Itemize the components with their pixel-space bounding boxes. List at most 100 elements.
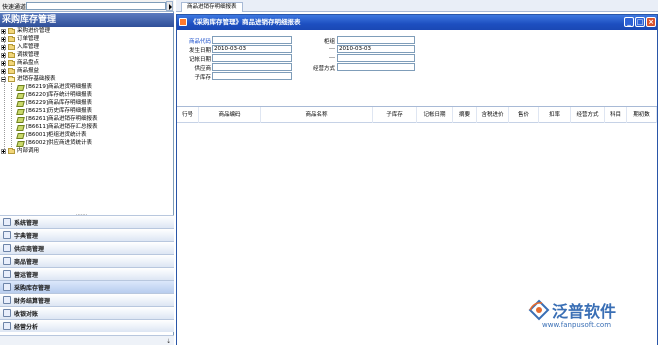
open-folder-icon: [8, 76, 15, 82]
column-header[interactable]: 含税进价: [477, 107, 509, 123]
nav-item-operation[interactable]: 营运管理: [0, 267, 174, 280]
tree-report-item[interactable]: [B6219]商品进货明细报表: [16, 84, 93, 91]
report-icon: [16, 84, 25, 91]
supplier-label: 供应商: [194, 66, 211, 72]
expand-icon[interactable]: [1, 45, 6, 50]
tree-item[interactable]: 调拨管理: [1, 52, 39, 59]
module-tree: 采购进价管理 订单管理 入库管理 调拨管理 商品盘点 商品报益 进销存基础报表 …: [0, 28, 174, 208]
column-header[interactable]: 售价: [509, 107, 539, 123]
tree-item-label: 入库管理: [17, 44, 40, 50]
nav-item-goods[interactable]: 商品管理: [0, 254, 174, 267]
report-window: 《采购库存管理》商品进销存明细报表 _ □ × 商品代码 发生日期 2010-0…: [176, 14, 658, 345]
tree-item[interactable]: 商品盘点: [1, 60, 39, 67]
quick-nav-input[interactable]: [26, 2, 166, 10]
start-date-input[interactable]: 2010-03-03: [212, 45, 292, 53]
quick-nav-go-button[interactable]: [166, 1, 173, 11]
maximize-icon[interactable]: □: [635, 17, 645, 27]
nav-item-finance[interactable]: 财务结算管理: [0, 293, 174, 306]
window-title: 《采购库存管理》商品进销存明细报表: [190, 18, 301, 26]
tree-report-item[interactable]: [B6001]柜组进货统计表: [16, 132, 87, 139]
tree-item-label: 进销存基础报表: [17, 76, 56, 82]
close-icon[interactable]: ×: [646, 17, 656, 27]
start-date-label: 发生日期: [188, 48, 211, 54]
sub-warehouse-input[interactable]: [212, 72, 292, 80]
tree-report-item[interactable]: [B6251]历史库存明细报表: [16, 108, 92, 115]
query-form: 商品代码 发生日期 2010-03-03 记帐日期 供应商 子库存 柜组 ---…: [177, 31, 657, 105]
brand-name: 泛普软件: [552, 302, 617, 321]
expand-icon[interactable]: [1, 149, 6, 154]
grid-header: 行号 商品编码 商品名称 子库存 记帐日期 摘要 含税进价 售价 扣率 经营方式…: [177, 107, 657, 123]
tree-item-expanded[interactable]: 进销存基础报表: [1, 76, 56, 83]
tree-item-label: 内部调用: [17, 148, 40, 154]
column-header[interactable]: 经营方式: [571, 107, 605, 123]
tree-item-label: [B6220]库存统计明细报表: [26, 92, 93, 98]
book-date-end-input[interactable]: [337, 54, 415, 62]
tree-report-item[interactable]: [B6611]商品进销存汇总报表: [16, 124, 98, 131]
collapse-icon[interactable]: [1, 77, 6, 82]
panel-splitter[interactable]: .......: [0, 211, 174, 217]
tree-report-item[interactable]: [B6002]供应商进货统计表: [16, 140, 92, 147]
main-area: 商品进销存明细报表 《采购库存管理》商品进销存明细报表 _ □ × 商品代码 发…: [176, 0, 658, 345]
quick-nav-label: 快速通道: [2, 4, 27, 11]
column-header[interactable]: 摘要: [453, 107, 477, 123]
column-header[interactable]: 子库存: [373, 107, 417, 123]
expand-icon[interactable]: [1, 37, 6, 42]
column-header[interactable]: 商品编码: [199, 107, 261, 123]
nav-item-analysis[interactable]: 经营分析: [0, 319, 174, 332]
nav-item-system[interactable]: 系统管理: [0, 215, 174, 228]
tree-item-label: 商品报益: [17, 68, 40, 74]
tree-item[interactable]: 内部调用: [1, 148, 39, 155]
minimize-icon[interactable]: _: [624, 17, 634, 27]
tree-item[interactable]: 入库管理: [1, 44, 39, 51]
chevron-down-icon[interactable]: ⇣: [166, 338, 171, 345]
tree-item[interactable]: 商品报益: [1, 68, 39, 75]
window-title-bar[interactable]: 《采购库存管理》商品进销存明细报表 _ □ ×: [177, 15, 657, 30]
column-header[interactable]: 科目: [605, 107, 627, 123]
nav-item-label: 收银对账: [14, 310, 39, 318]
nav-item-label: 系统管理: [14, 219, 39, 227]
expand-icon[interactable]: [1, 69, 6, 74]
tree-report-item[interactable]: [B6261]商品进销存明细报表: [16, 116, 98, 123]
report-icon: [16, 92, 25, 99]
nav-item-label: 财务结算管理: [14, 297, 51, 305]
column-header[interactable]: 行号: [177, 107, 199, 123]
tree-report-item[interactable]: [B6229]商品库存明细报表: [16, 100, 93, 107]
business-mode-input[interactable]: [337, 63, 415, 71]
nav-item-dictionary[interactable]: 字典管理: [0, 228, 174, 241]
column-header[interactable]: 扣率: [539, 107, 571, 123]
module-title: 采购库存管理: [0, 13, 174, 27]
product-code-input[interactable]: [212, 36, 292, 44]
tree-report-item[interactable]: [B6220]库存统计明细报表: [16, 92, 93, 99]
tree-item[interactable]: 采购进价管理: [1, 28, 50, 35]
counter-input[interactable]: [337, 36, 415, 44]
tab-strip: 商品进销存明细报表: [176, 0, 658, 12]
tree-item-label: [B6219]商品进货明细报表: [26, 84, 93, 90]
nav-footer: ⇣: [0, 335, 174, 345]
column-header[interactable]: 期初数: [627, 107, 657, 123]
tree-item-label: 订单管理: [17, 36, 40, 42]
brand-url: www.fanpusoft.com: [542, 321, 612, 329]
book-date-input[interactable]: [212, 54, 292, 62]
report-icon: [16, 140, 25, 147]
report-icon: [16, 116, 25, 123]
column-header[interactable]: 商品名称: [261, 107, 373, 123]
quick-nav-bar: 快速通道: [0, 0, 174, 12]
nav-item-purchase[interactable]: 采购库存管理: [0, 280, 174, 293]
tab-report[interactable]: 商品进销存明细报表: [181, 2, 243, 12]
column-header[interactable]: 记帐日期: [417, 107, 453, 123]
expand-icon[interactable]: [1, 61, 6, 66]
nav-item-label: 营运管理: [14, 271, 39, 279]
supplier-input[interactable]: [212, 63, 292, 71]
report-icon: [16, 124, 25, 131]
nav-item-cashier[interactable]: 收银对账: [0, 306, 174, 319]
nav-item-supplier[interactable]: 供应商管理: [0, 241, 174, 254]
finance-icon: [3, 296, 11, 304]
expand-icon[interactable]: [1, 29, 6, 34]
tree-item-label: [B6229]商品库存明细报表: [26, 100, 93, 106]
expand-icon[interactable]: [1, 53, 6, 58]
goods-icon: [3, 257, 11, 265]
end-date-input[interactable]: 2010-03-03: [337, 45, 415, 53]
tree-item[interactable]: 订单管理: [1, 36, 39, 43]
nav-item-label: 供应商管理: [14, 245, 45, 253]
product-code-label: 商品代码: [188, 39, 211, 45]
